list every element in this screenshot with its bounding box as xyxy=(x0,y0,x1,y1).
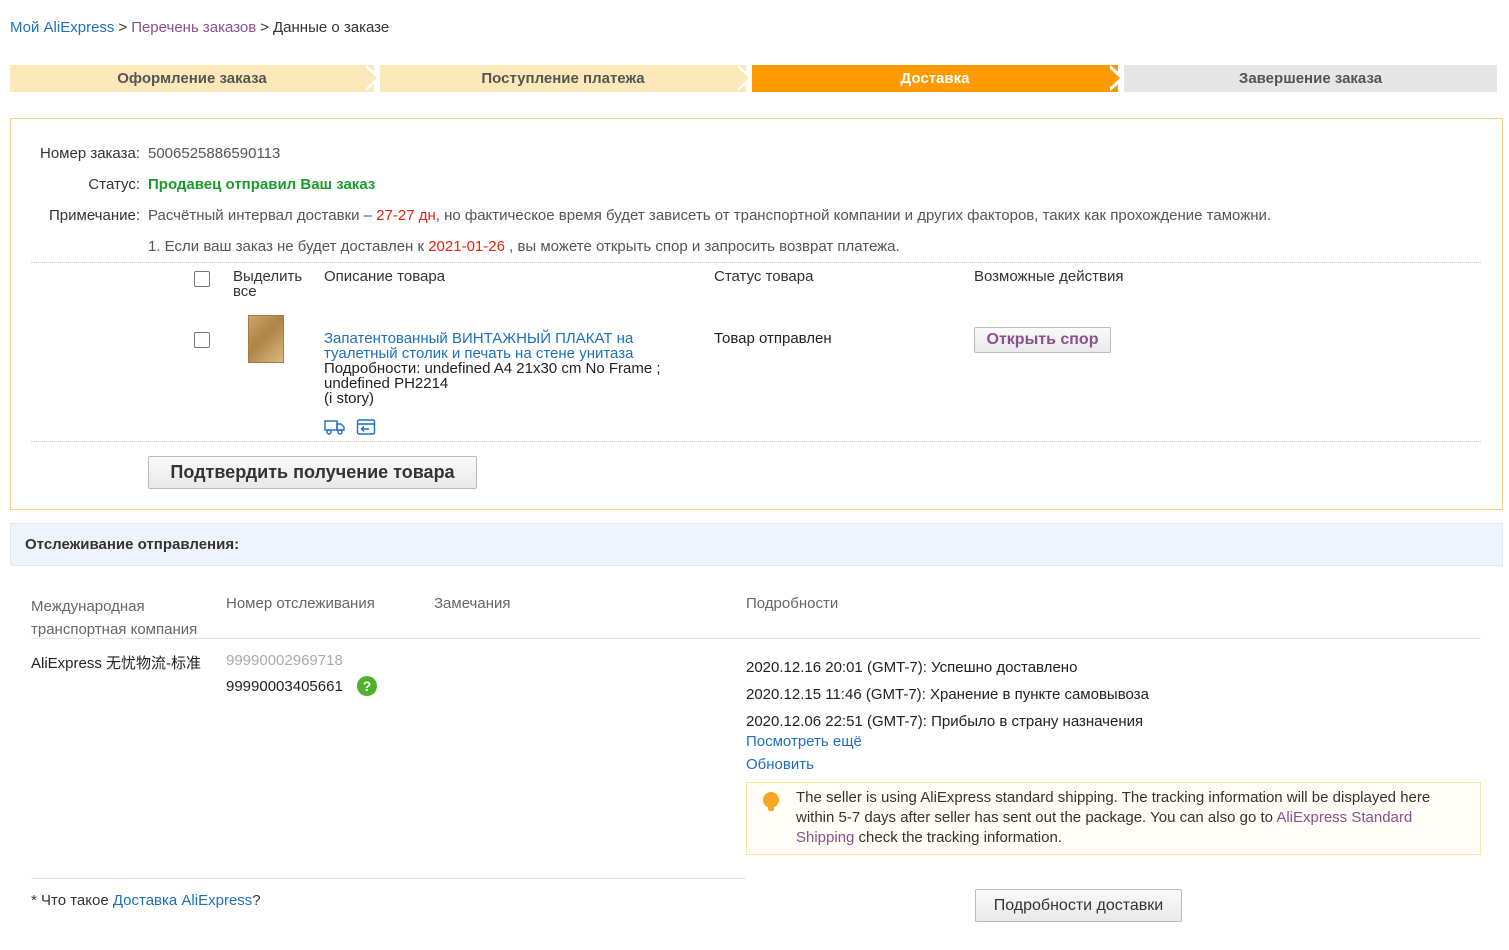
product-details: Подробности: undefined A4 21x30 cm No Fr… xyxy=(324,360,661,377)
column-header-description: Описание товара xyxy=(324,268,446,285)
delivery-details-button[interactable]: Подробности доставки xyxy=(975,889,1182,922)
dispute-suffix: , вы можете открыть спор и запросить воз… xyxy=(504,238,900,255)
step-delivery: Доставка xyxy=(752,65,1118,92)
store-name: (i story) xyxy=(324,390,374,407)
notice-text: The seller is using AliExpress standard … xyxy=(796,788,1466,848)
column-header-actions: Возможные действия xyxy=(974,268,1124,285)
confirm-receipt-button[interactable]: Подтвердить получение товара xyxy=(148,456,477,489)
note-label: Примечание: xyxy=(49,207,140,224)
order-progress-steps: Оформление заказа Поступление платежа До… xyxy=(10,65,1497,92)
lightbulb-icon xyxy=(763,792,779,811)
refresh-link[interactable]: Обновить xyxy=(746,756,814,773)
column-header-carrier: Международная транспортная компания xyxy=(31,595,197,641)
divider xyxy=(31,262,1481,263)
breadcrumb-orders-link[interactable]: Перечень заказов xyxy=(131,19,256,36)
tracking-title: Отслеживание отправления: xyxy=(25,536,240,553)
breadcrumb-separator: > xyxy=(260,19,269,36)
divider xyxy=(31,878,746,879)
tracking-header: Отслеживание отправления: xyxy=(10,523,1503,566)
step-order-placed: Оформление заказа xyxy=(10,65,374,92)
column-header-details: Подробности xyxy=(746,595,839,612)
item-checkbox[interactable] xyxy=(194,332,210,348)
dispute-deadline: 2021-01-26 xyxy=(428,238,505,255)
dispute-prefix: 1. Если ваш заказ не будет доставлен к xyxy=(148,238,429,255)
breadcrumb-current: Данные о заказе xyxy=(273,19,390,36)
note-suffix: , но фактическое время будет зависеть от… xyxy=(435,207,1272,224)
product-info: Запатентованный ВИНТАЖНЫЙ ПЛАКАТ на туал… xyxy=(324,331,689,406)
open-dispute-button[interactable]: Открыть спор xyxy=(974,327,1111,353)
select-all-checkbox[interactable] xyxy=(194,271,210,287)
delivery-faq: * Что такое Доставка AliExpress? xyxy=(31,892,261,909)
order-number: 5006525886590113 xyxy=(148,145,281,162)
aliexpress-delivery-link[interactable]: Доставка AliExpress xyxy=(113,892,252,909)
shipping-icon[interactable] xyxy=(324,418,346,440)
tracking-event: 2020.12.16 20:01 (GMT-7): Успешно достав… xyxy=(746,659,1078,676)
view-more-link[interactable]: Посмотреть ещё xyxy=(746,733,862,750)
carrier-name: AliExpress 无忧物流-标准 xyxy=(31,655,202,672)
tracking-event: 2020.12.15 11:46 (GMT-7): Хранение в пун… xyxy=(746,686,1149,703)
item-status: Товар отправлен xyxy=(714,330,832,347)
product-details-code: undefined PH2214 xyxy=(324,375,449,392)
tracking-events: 2020.12.16 20:01 (GMT-7): Успешно достав… xyxy=(746,654,1149,735)
notice-suffix: check the tracking information. xyxy=(854,829,1062,846)
tracking-number: 99990003405661 xyxy=(226,678,343,695)
dispute-note: 1. Если ваш заказ не будет доставлен к 2… xyxy=(148,238,900,255)
carrier-header-line1: Международная xyxy=(31,598,145,615)
step-order-completed: Завершение заказа xyxy=(1124,65,1497,92)
status-label: Статус: xyxy=(88,176,140,193)
old-tracking-number: 99990002969718 xyxy=(226,652,343,669)
tracking-event: 2020.12.06 22:51 (GMT-7): Прибыло в стра… xyxy=(746,713,1144,730)
faq-prefix: * Что такое xyxy=(31,892,113,909)
breadcrumb-separator: > xyxy=(118,19,128,36)
product-title-link[interactable]: Запатентованный ВИНТАЖНЫЙ ПЛАКАТ на туал… xyxy=(324,331,689,361)
divider xyxy=(31,441,1481,442)
snapshot-icon[interactable] xyxy=(356,418,376,440)
faq-suffix: ? xyxy=(252,892,261,909)
order-number-label: Номер заказа: xyxy=(39,145,140,162)
product-thumbnail[interactable] xyxy=(248,315,284,363)
order-status: Продавец отправил Ваш заказ xyxy=(148,176,376,193)
divider xyxy=(31,638,1481,639)
delivery-note: Расчётный интервал доставки – 27-27 дн, … xyxy=(148,207,1271,224)
help-icon[interactable]: ? xyxy=(357,676,377,696)
select-all-label: Выделить все xyxy=(233,268,303,300)
column-header-tracking-number: Номер отслеживания xyxy=(226,595,375,612)
breadcrumb: Мой AliExpress > Перечень заказов > Данные о… xyxy=(10,19,389,36)
breadcrumb-my-aliexpress-link[interactable]: Мой AliExpress xyxy=(10,19,114,36)
delivery-interval: 27-27 дн xyxy=(376,207,436,224)
step-payment-received: Поступление платежа xyxy=(380,65,746,92)
shipping-notice: The seller is using AliExpress standard … xyxy=(746,782,1481,855)
column-header-item-status: Статус товара xyxy=(714,268,814,285)
note-prefix: Расчётный интервал доставки – xyxy=(148,207,377,224)
column-header-remarks: Замечания xyxy=(434,595,511,612)
